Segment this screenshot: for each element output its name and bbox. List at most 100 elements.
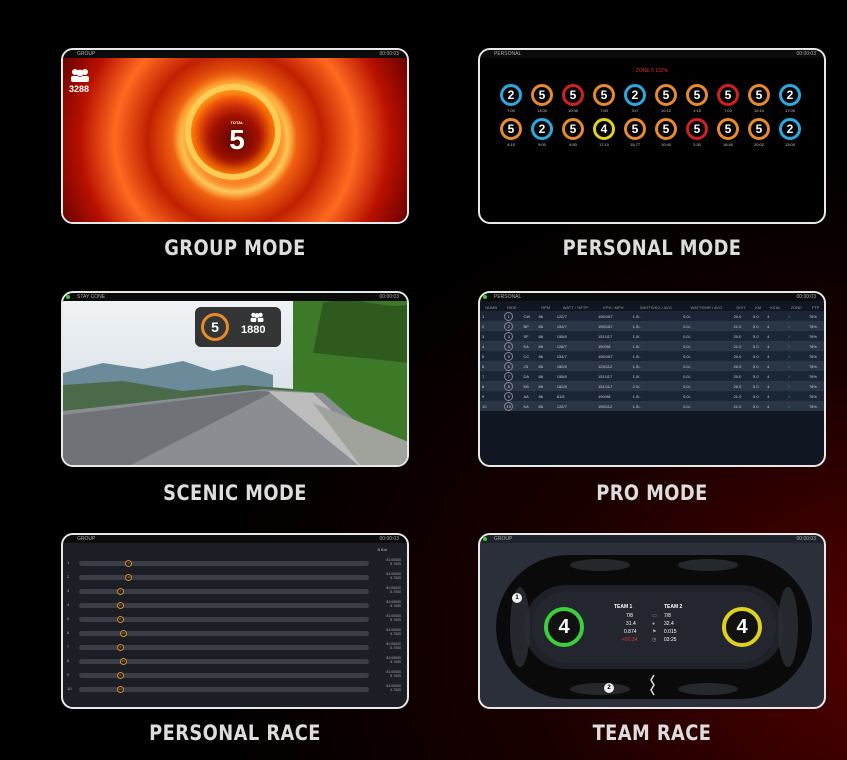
table-cell: 86 <box>538 403 543 409</box>
table-cell: 20.0 <box>733 333 742 339</box>
team1-stat: +00:34 <box>622 637 638 643</box>
distance-label: 5 Km <box>377 547 387 552</box>
table-cell: 4 <box>767 353 770 359</box>
table-row: 5 5 CC 86 154/7 195/187 1.0/- 0.0/- 20.0 5.0 4 ✓ 78% <box>480 351 824 361</box>
table-cell: 4 <box>767 373 770 379</box>
rider-ring-label: 10:40 <box>660 142 671 147</box>
table-cell: 3 <box>482 333 485 339</box>
table-cell: 151/117 <box>598 373 613 379</box>
table-cell: 0.0/- <box>683 353 692 359</box>
table-cell: 78% <box>808 323 817 329</box>
rider-ring-label: 17:10 <box>598 142 609 147</box>
table-cell: 1 <box>482 313 485 319</box>
personal-race-preview[interactable]: GROUP 00:00:03 5 Km 1 3 81:00000 5.7000 2 11 8… <box>61 533 409 709</box>
table-cell: 8 <box>502 381 521 391</box>
column-header: KM <box>755 304 762 310</box>
table-cell: ✓ <box>787 343 791 349</box>
table-cell: 78% <box>808 383 817 389</box>
table-cell: 21.0 <box>733 343 742 349</box>
topbar: STAY CONE 00:00:03 <box>63 293 407 301</box>
table-cell: ✓ <box>787 333 791 339</box>
total-count: 5 <box>229 124 245 155</box>
rider-marker: 9 <box>116 672 124 679</box>
team2-stat: 32.4 <box>664 621 674 627</box>
rider-ring-label: 13:00 <box>784 142 795 147</box>
table-cell: 78% <box>808 333 817 339</box>
topbar-title: GROUP <box>77 51 96 57</box>
table-cell: 6 <box>502 361 521 371</box>
status-dot <box>483 295 487 299</box>
lane-number: 9 <box>67 672 70 677</box>
table-cell: 86 <box>538 353 543 359</box>
table-cell: 154/7 <box>556 323 567 329</box>
rider-ring: 2 <box>624 84 646 106</box>
scenic-mode-preview[interactable]: STAY CONE 00:00:03 5 1880 <box>61 291 409 467</box>
rider-ring: 5 <box>593 84 615 106</box>
table-cell: 81/5 <box>556 393 565 399</box>
personal-mode-preview[interactable]: PERSONAL 00:00:03 ZONE 5 132% 2 7:00 5 13:0… <box>478 48 826 224</box>
rider-ring: 2 <box>500 84 522 106</box>
topbar-timer: 00:00:03 <box>796 536 816 542</box>
table-cell: 5.0 <box>753 403 759 409</box>
table-cell: 1.0/- <box>632 353 641 359</box>
table-cell: ✓ <box>787 313 791 319</box>
table-cell: 78% <box>808 343 817 349</box>
group-mode-preview[interactable]: GROUP 00:00:03 TOTAL 5 3288 <box>61 48 409 224</box>
table-cell: 9 <box>482 393 485 399</box>
lane-number: 4 <box>67 602 70 607</box>
team-race-preview[interactable]: GROUP 00:00:03 1 2 4 4 TEAM 1 TEAM 2 7/8… <box>478 533 826 709</box>
table-row: 1 1 CW 86 122/7 195/187 1.0/- 0.0/- 20.0 5.0 4 ✓ 78% <box>480 311 824 321</box>
lane-time: 81:00000 5.7000 <box>386 558 401 566</box>
table-cell: 21.0 <box>733 403 742 409</box>
table-cell: ✓ <box>787 403 791 409</box>
topbar-timer: 00:00:03 <box>379 536 399 542</box>
rider-ring: 2 <box>779 118 801 140</box>
team2-stat: 7/8 <box>664 613 671 619</box>
table-cell: 151/117 <box>598 383 613 389</box>
column-header: FTP <box>811 304 820 310</box>
pro-mode-preview[interactable]: PERSONAL 00:00:03 NUMB RIDE RPM WATT / %FTP… <box>478 291 826 467</box>
table-cell: 4 <box>767 363 770 369</box>
table-cell: 4 <box>767 323 770 329</box>
table-cell: 155/8 <box>556 373 567 379</box>
rider-ring: 5 <box>717 84 739 106</box>
table-cell: 122/7 <box>556 313 567 319</box>
race-lane <box>79 561 369 566</box>
rider-marker: 15 <box>119 658 127 665</box>
table-cell: 86 <box>538 363 543 369</box>
table-cell: 195/187 <box>598 313 613 319</box>
group-icon <box>71 69 89 82</box>
speed-icon: ● <box>652 621 656 627</box>
table-cell: 5.0 <box>753 363 759 369</box>
table-cell: 1.0/- <box>632 403 641 409</box>
status-dot <box>483 537 487 541</box>
table-row: 6 6 JS 86 182/8 125/112 1.0/- 0.0/- 20.0 5.0 4 ✓ 78% <box>480 361 824 371</box>
group-value: 3288 <box>69 84 90 94</box>
table-cell: 122/7 <box>556 403 567 409</box>
rider-ring-label: 15:77 <box>629 142 640 147</box>
table-cell: 5.0 <box>753 383 759 389</box>
topbar: GROUP 00:00:03 <box>63 50 407 58</box>
table-cell: ✓ <box>787 323 791 329</box>
lane-time: 81:00000 5.7000 <box>386 572 401 580</box>
table-cell: 5.0 <box>753 323 759 329</box>
table-cell: 4 <box>767 383 770 389</box>
table-cell: KA <box>523 343 529 349</box>
flag-icon: ⚑ <box>652 629 657 635</box>
table-row: 9 9 AA 86 81/5 190/98 1.0/- 0.0/- 21.0 5.0 4 ✓ 78% <box>480 391 824 401</box>
table-cell: 4 <box>767 343 770 349</box>
lane-number: 8 <box>67 658 70 663</box>
caption-personal-mode: PERSONAL MODE <box>562 236 742 260</box>
rider-ring: 5 <box>562 118 584 140</box>
table-cell: 4 <box>502 341 521 351</box>
table-cell: 0.0/- <box>683 363 692 369</box>
table-cell: 9 <box>502 391 521 401</box>
table-row: 8 8 KB 86 182/8 151/117 2.0/- 0.0/- 20.0 5.0 4 ✓ 78% <box>480 381 824 391</box>
column-header: WATTS/HR / AVG <box>690 304 723 310</box>
rider-ring-label: 7:00 <box>724 108 732 113</box>
table-cell: 2.0/- <box>632 383 641 389</box>
group-icon <box>250 312 264 322</box>
rider-ring: 5 <box>562 84 584 106</box>
topbar-title: STAY CONE <box>77 294 106 300</box>
table-cell: 78% <box>808 393 817 399</box>
